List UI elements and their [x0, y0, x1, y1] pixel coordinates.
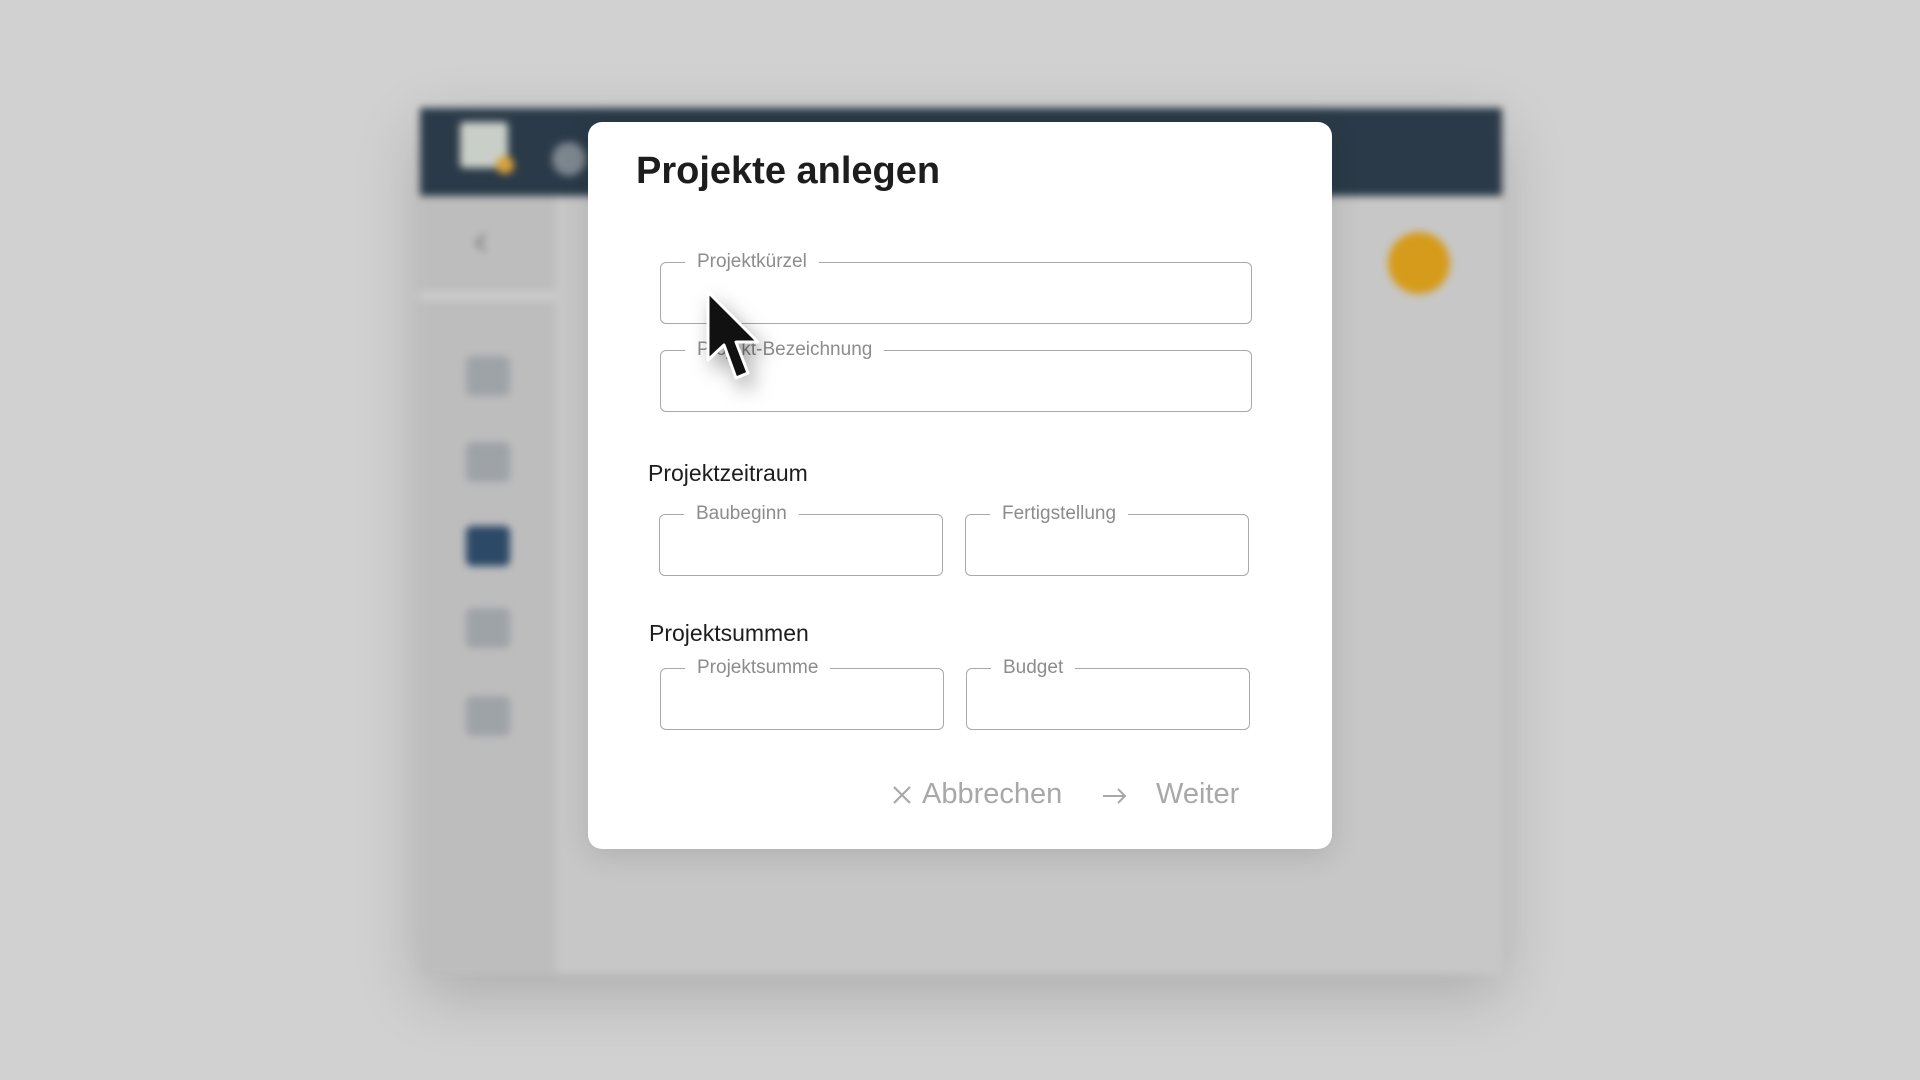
- budget-field[interactable]: Budget: [966, 656, 1250, 730]
- budget-label: Budget: [991, 656, 1076, 680]
- projektsumme-label: Projektsumme: [685, 656, 831, 680]
- baubeginn-field[interactable]: Baubeginn: [659, 502, 943, 576]
- create-project-dialog: Projekte anlegen Projektkürzel Projekt-B…: [588, 122, 1332, 849]
- fertigstellung-label: Fertigstellung: [990, 502, 1129, 526]
- sidebar-divider: [420, 292, 556, 300]
- projektsumme-input[interactable]: [679, 687, 925, 721]
- next-button[interactable]: Weiter: [1102, 778, 1239, 811]
- app-sidebar: ‹: [420, 196, 556, 974]
- dialog-title: Projekte anlegen: [636, 150, 941, 192]
- person-icon: [466, 696, 510, 736]
- chevron-left-icon: ‹: [472, 216, 489, 265]
- close-icon: [892, 785, 912, 805]
- folder-icon: [466, 526, 510, 566]
- fertigstellung-input[interactable]: [984, 533, 1230, 567]
- app-logo: [460, 122, 514, 174]
- search-icon: [552, 142, 586, 176]
- mouse-pointer-icon: [706, 290, 766, 382]
- add-icon: [1388, 232, 1450, 294]
- building-icon: [466, 356, 510, 396]
- calendar-icon: [466, 608, 510, 648]
- projektkuerzel-label: Projektkürzel: [685, 250, 819, 274]
- users-icon: [466, 442, 510, 482]
- baubeginn-input[interactable]: [678, 533, 924, 567]
- next-button-label: Weiter: [1156, 778, 1240, 810]
- budget-input[interactable]: [985, 687, 1231, 721]
- section-projektzeitraum: Projektzeitraum: [648, 460, 808, 486]
- projektsumme-field[interactable]: Projektsumme: [660, 656, 944, 730]
- baubeginn-label: Baubeginn: [684, 502, 799, 526]
- arrow-right-icon: [1102, 785, 1128, 805]
- section-projektsummen: Projektsummen: [649, 620, 809, 646]
- cancel-button-label: Abbrechen: [922, 778, 1063, 810]
- cancel-button[interactable]: Abbrechen: [892, 778, 1062, 811]
- fertigstellung-field[interactable]: Fertigstellung: [965, 502, 1249, 576]
